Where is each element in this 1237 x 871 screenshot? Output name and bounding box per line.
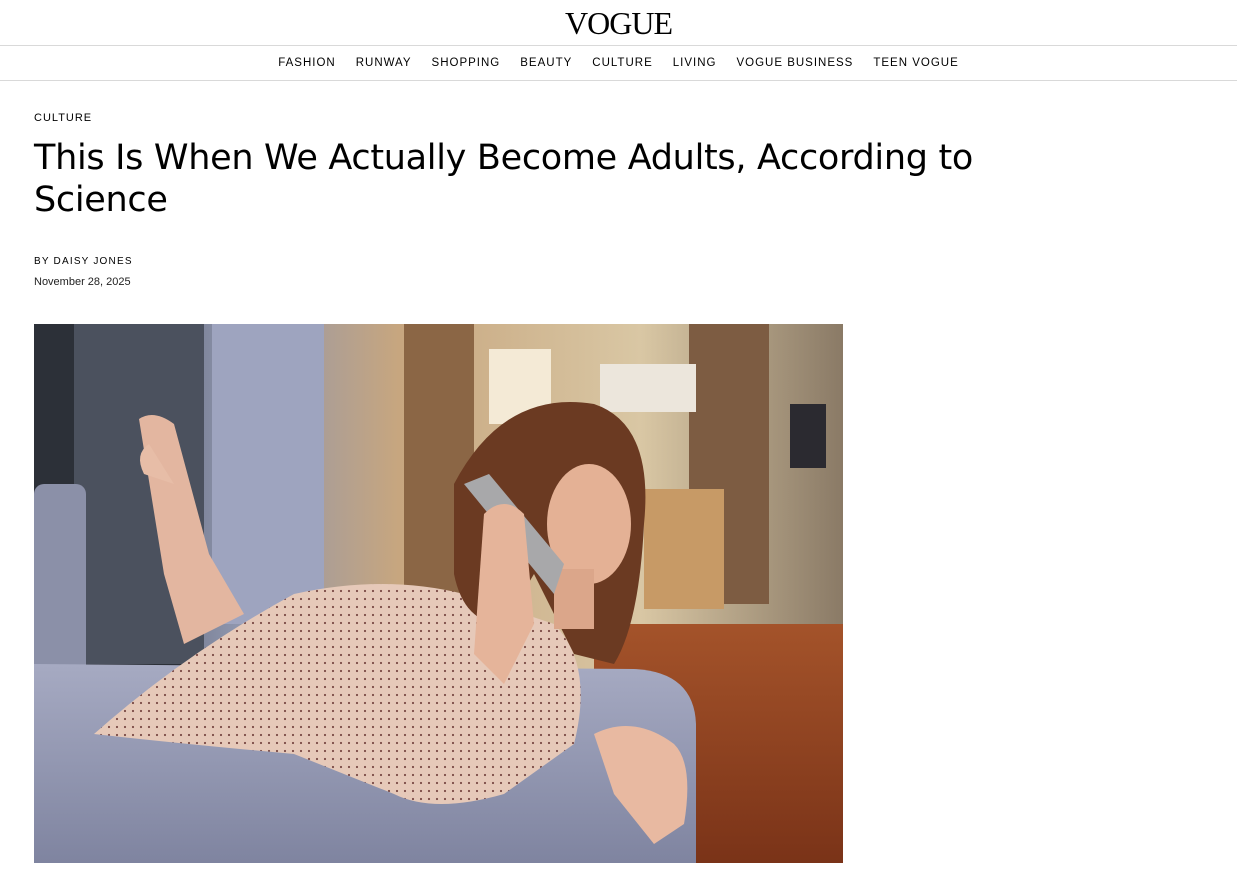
nav-item-shopping[interactable]: SHOPPING <box>432 47 501 80</box>
byline: BY DAISY JONES <box>34 256 133 267</box>
article-rubric[interactable]: CULTURE <box>34 112 92 124</box>
author-link[interactable]: DAISY JONES <box>54 256 133 267</box>
nav-item-vogue-business[interactable]: VOGUE BUSINESS <box>736 47 853 80</box>
nav-item-fashion[interactable]: FASHION <box>278 47 335 80</box>
article-headline: This Is When We Actually Become Adults, … <box>34 138 974 220</box>
nav-item-runway[interactable]: RUNWAY <box>356 47 412 80</box>
site-header: VOGUE <box>0 0 1237 46</box>
hero-image <box>34 324 843 863</box>
hero-image-illustration <box>34 324 843 863</box>
vogue-logo[interactable]: VOGUE <box>0 4 1237 42</box>
byline-prefix: BY <box>34 256 50 267</box>
publish-date: November 28, 2025 <box>34 276 131 288</box>
nav-item-teen-vogue[interactable]: TEEN VOGUE <box>873 47 958 80</box>
nav-item-living[interactable]: LIVING <box>673 47 717 80</box>
main-nav: FASHION RUNWAY SHOPPING BEAUTY CULTURE L… <box>0 46 1237 81</box>
nav-item-culture[interactable]: CULTURE <box>592 47 652 80</box>
nav-item-beauty[interactable]: BEAUTY <box>520 47 572 80</box>
